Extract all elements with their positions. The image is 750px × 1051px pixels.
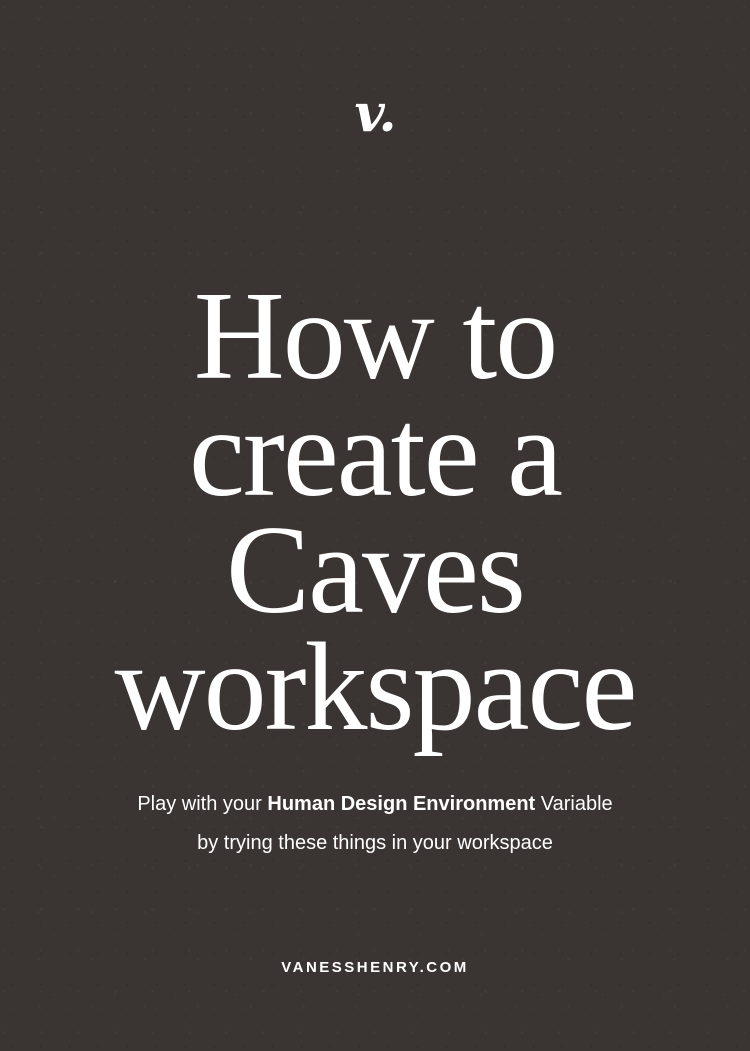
subtitle-suffix: Variable <box>535 793 613 815</box>
title-line-2: create a <box>188 384 563 523</box>
brand-logo: v. <box>354 83 396 144</box>
title-line-3: Caves <box>226 501 526 640</box>
subtitle-emphasis: Human Design Environment <box>267 793 536 815</box>
title-line-1: How to <box>193 267 559 406</box>
pinterest-cover: v. How to create a Caves workspace Play … <box>0 0 750 1051</box>
website-url: VANESSHENRY.COM <box>281 959 469 976</box>
subtitle-line-1: Play with your Human Design Environment … <box>0 785 750 824</box>
title-line-4: workspace <box>114 618 638 757</box>
subtitle-line-2: by trying these things in your workspace <box>197 832 553 854</box>
subtitle: Play with your Human Design Environment … <box>0 785 750 863</box>
page-title: How to create a Caves workspace <box>0 267 750 757</box>
subtitle-prefix: Play with your <box>137 793 268 815</box>
